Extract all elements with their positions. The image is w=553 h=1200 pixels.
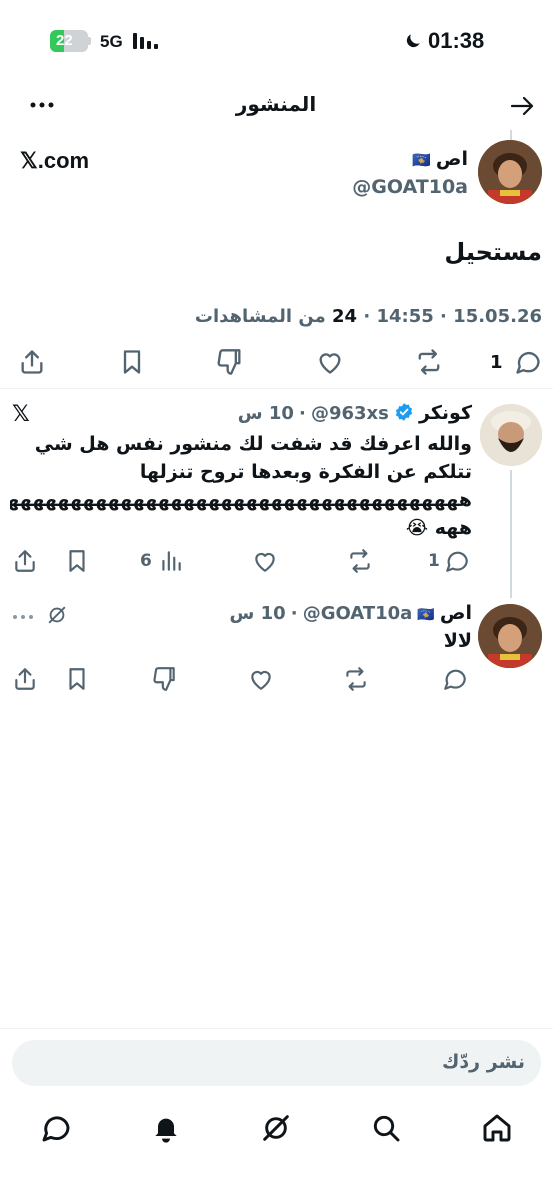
notifications-tab[interactable] — [150, 1112, 182, 1144]
grok-tab[interactable] — [260, 1112, 292, 1144]
signal-icon — [133, 33, 161, 49]
reply-age: 10 س — [229, 603, 286, 624]
author-name-row: اص 🇽🇰 — [330, 148, 468, 170]
home-tab[interactable] — [481, 1112, 513, 1144]
like-button[interactable] — [248, 666, 274, 692]
reply-author-name: اص — [439, 602, 472, 624]
like-button[interactable] — [316, 348, 344, 376]
page-title: المنشور — [235, 92, 317, 116]
crying-emoji: 😭 — [405, 517, 429, 539]
views-count: 24 — [332, 306, 358, 327]
x-logo-icon: 𝕏 — [12, 402, 30, 427]
verified-badge-icon — [394, 402, 414, 422]
post-date: 15.05.26 — [453, 306, 542, 327]
share-button[interactable] — [18, 348, 46, 376]
reply-line-1: والله اعرفك قد شفت لك منشور نفس هل شي — [34, 433, 472, 455]
repost-button[interactable] — [414, 348, 444, 376]
dislike-button[interactable] — [152, 666, 178, 692]
reply-header: 10 س · @963xs كونكر — [237, 402, 472, 424]
reply-age: 10 س — [237, 403, 294, 424]
thread-line — [510, 130, 512, 140]
reply-handle[interactable]: @GOAT10a — [303, 603, 413, 624]
post-text: مستحيل — [444, 238, 542, 266]
reply-line-2: تتلكم عن الفكرة وبعدها تروح تنزلها — [139, 461, 472, 483]
divider — [0, 388, 553, 389]
post-time: 14:55 — [376, 306, 434, 327]
reply-text: والله اعرفك قد شفت لك منشور نفس هل شي تت… — [10, 430, 472, 542]
author-handle[interactable]: @GOAT10a — [330, 176, 468, 198]
bookmark-button[interactable] — [64, 548, 90, 574]
back-button[interactable] — [508, 92, 538, 120]
source-label: 𝕏.com — [20, 148, 90, 173]
reply-avatar[interactable] — [480, 404, 542, 466]
like-button[interactable] — [252, 548, 278, 574]
flag-icon: 🇽🇰 — [412, 151, 431, 169]
grok-icon[interactable] — [46, 604, 68, 626]
bottom-nav — [0, 1100, 553, 1160]
reply-handle[interactable]: @963xs — [311, 403, 389, 424]
bookmark-button[interactable] — [118, 348, 146, 376]
messages-tab[interactable] — [40, 1112, 72, 1144]
battery-level: 22 — [56, 32, 73, 49]
reply-line-3: هههههههههههههههههههههههههههههههههههههههه — [10, 489, 472, 511]
more-options-button[interactable] — [28, 94, 58, 116]
repost-button[interactable] — [342, 666, 370, 692]
clock-time: 01:38 — [428, 28, 485, 53]
reply-line-4: ههه 😭 — [10, 514, 472, 542]
reply-button[interactable]: 1 — [490, 348, 544, 378]
network-label: 5G — [100, 32, 123, 51]
thread-connector — [510, 470, 512, 598]
reply-header: 10 س · @GOAT10a 🇽🇰 اص — [229, 602, 472, 624]
reply-composer[interactable]: نشر ردّك — [12, 1040, 541, 1086]
moon-icon — [403, 31, 423, 51]
share-button[interactable] — [12, 548, 38, 574]
dislike-button[interactable] — [216, 348, 244, 376]
bookmark-button[interactable] — [64, 666, 90, 692]
author-name: اص — [435, 148, 468, 170]
search-tab[interactable] — [370, 1112, 402, 1144]
reply-button[interactable]: 1 — [428, 548, 472, 574]
composer-placeholder: نشر ردّك — [441, 1051, 525, 1073]
share-button[interactable] — [12, 666, 38, 692]
reply-count: 1 — [428, 551, 440, 571]
more-options-button[interactable] — [12, 614, 34, 620]
battery-icon: 22 — [50, 30, 92, 52]
reply-count: 1 — [490, 352, 503, 373]
reply-text: لالا — [443, 630, 472, 652]
avatar[interactable] — [478, 140, 542, 204]
reply-author-name: كونكر — [419, 402, 472, 424]
reply-line-4-text: ههه — [434, 517, 472, 539]
repost-button[interactable] — [346, 548, 374, 574]
views-label: من المشاهدات — [194, 306, 326, 327]
flag-icon: 🇽🇰 — [417, 607, 435, 623]
post-meta: من المشاهدات 24 · 14:55 · 15.05.26 — [194, 306, 542, 327]
reply-button[interactable] — [442, 666, 468, 692]
divider — [0, 1028, 553, 1029]
reply-avatar[interactable] — [478, 604, 542, 668]
views-count: 6 — [140, 551, 152, 571]
status-bar: 22 5G 01:38 — [0, 0, 553, 80]
views-button[interactable]: 6 — [138, 548, 186, 574]
